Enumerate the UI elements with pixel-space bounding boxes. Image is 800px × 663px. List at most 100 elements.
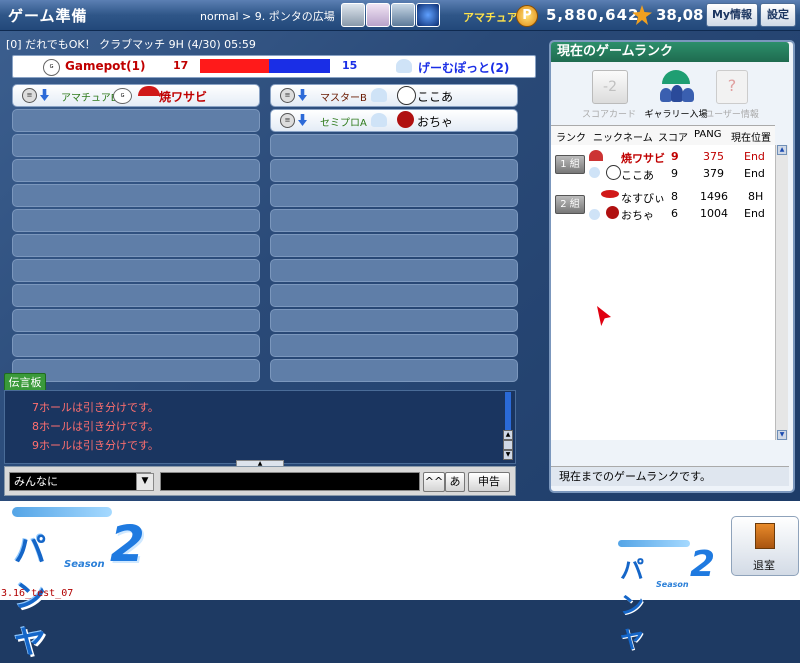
player-rank: アマチュアE	[61, 93, 118, 104]
cookie-amount: 38,08	[656, 6, 704, 24]
person-shape	[682, 88, 694, 102]
logo-season: Season	[64, 559, 105, 570]
group-label: 2 組	[555, 195, 585, 214]
empty-player-slot	[270, 309, 518, 332]
umbrella-canopy	[662, 70, 690, 84]
character-icon	[397, 86, 416, 105]
bulletin-scrollbar[interactable]: ▲ ▼	[503, 392, 513, 460]
group-label: 1 組	[555, 155, 585, 174]
user-info-icon[interactable]: ?	[716, 70, 748, 104]
logo-swoosh	[12, 507, 112, 517]
chat-input[interactable]	[160, 472, 420, 491]
empty-player-slot	[270, 184, 518, 207]
scroll-thumb[interactable]	[505, 392, 511, 430]
emoticon-button[interactable]: ^^	[423, 472, 445, 492]
guild-emblem-icon	[396, 59, 412, 73]
empty-player-slot	[12, 334, 260, 357]
rank-panel-title: 現在のゲームランク	[551, 42, 789, 62]
team-arrow-icon	[298, 114, 307, 126]
player-slot[interactable]: ≡ マスターB ここあ	[270, 84, 518, 107]
empty-player-slot	[270, 259, 518, 282]
my-info-button[interactable]: My情報	[706, 3, 758, 27]
player-pang: 379	[703, 167, 724, 180]
door-icon	[755, 523, 775, 549]
score-meter	[200, 59, 330, 73]
empty-player-slot	[12, 134, 260, 157]
pang-amount: 5,880,642	[546, 6, 640, 24]
item-thumb[interactable]	[391, 3, 415, 27]
player-position: End	[744, 167, 765, 180]
guild-emblem-icon: G	[113, 88, 132, 104]
empty-player-slot	[12, 234, 260, 257]
player-name: 焼ワサビ	[621, 152, 665, 165]
umbrella-icon	[589, 150, 603, 161]
col-rank: ランク	[556, 133, 586, 144]
character-icon	[606, 165, 621, 180]
umbrella-icon	[138, 86, 160, 96]
empty-player-slot	[12, 309, 260, 332]
slot-menu-icon[interactable]: ≡	[22, 88, 37, 103]
player-name: おちゃ	[417, 115, 454, 129]
guild-emblem-icon	[371, 113, 387, 127]
chevron-down-icon[interactable]: ▼	[136, 473, 154, 491]
team-left-name: Gamepot(1)	[65, 59, 146, 73]
empty-player-slot	[270, 159, 518, 182]
player-name: おちゃ	[621, 209, 654, 222]
guild-emblem-icon: G	[43, 59, 60, 76]
player-avatar-thumb[interactable]	[366, 3, 390, 27]
player-name: ここあ	[417, 90, 454, 104]
slot-menu-icon[interactable]: ≡	[280, 88, 295, 103]
empty-player-slot	[270, 134, 518, 157]
empty-player-slot	[270, 284, 518, 307]
player-rank: セミプロA	[320, 118, 367, 129]
rank-table-header: ランク ニックネーム スコア PANG 現在位置	[551, 125, 775, 146]
item-thumb[interactable]	[416, 3, 440, 27]
empty-player-slot	[270, 209, 518, 232]
scroll-down-icon[interactable]: ▼	[503, 450, 513, 460]
scroll-track[interactable]	[503, 440, 513, 450]
rank-list-scrollbar[interactable]: ▲ ▼	[775, 145, 788, 440]
col-nickname: ニックネーム	[593, 133, 653, 144]
player-name: なすびぃ	[621, 192, 665, 205]
player-name: ここあ	[621, 169, 654, 182]
room-info: [0] だれでもOK！ クラブマッチ 9H (4/30) 05:59	[6, 38, 256, 51]
settings-button[interactable]: 設定	[760, 3, 796, 27]
report-button[interactable]: 申告	[468, 472, 510, 492]
empty-player-slot	[12, 184, 260, 207]
empty-player-slot	[12, 209, 260, 232]
empty-player-slot	[12, 359, 260, 382]
player-position: 8H	[748, 190, 764, 203]
lips-icon	[601, 190, 619, 198]
score-meter-right	[269, 59, 330, 73]
logo-number: 2	[690, 544, 716, 585]
chat-target-select[interactable]: みんなに	[9, 472, 151, 491]
gallery-icon[interactable]	[656, 70, 696, 104]
col-pang: PANG	[694, 129, 722, 140]
player-position: End	[744, 150, 765, 163]
player-score: 9	[671, 150, 679, 163]
scroll-up-icon[interactable]: ▲	[777, 145, 787, 155]
scorecard-icon[interactable]: -2	[592, 70, 628, 104]
team-right-name: げーむぽっと(2)	[418, 61, 510, 75]
guild-emblem-icon	[589, 209, 600, 220]
player-slot[interactable]: ≡ セミプロA おちゃ	[270, 109, 518, 132]
player-slot[interactable]: ≡ アマチュアE G 焼ワサビ	[12, 84, 260, 107]
breadcrumb: normal > 9. ポンタの広場	[200, 10, 335, 23]
input-mode-button[interactable]: あ	[445, 472, 465, 492]
bulletin-message: 8ホールは引き分けです。	[32, 420, 159, 433]
player-rank: マスターB	[320, 93, 367, 104]
scroll-up-icon[interactable]: ▲	[503, 430, 513, 440]
scorecard-tab[interactable]: スコアカード	[574, 107, 644, 120]
empty-player-slot	[12, 159, 260, 182]
slot-menu-icon[interactable]: ≡	[280, 113, 295, 128]
player-avatar-thumb[interactable]	[341, 3, 365, 27]
user-info-tab[interactable]: ユーザー情報	[697, 107, 767, 120]
player-pang: 1004	[700, 207, 728, 220]
player-score: 9	[671, 167, 678, 180]
guild-emblem-icon	[371, 88, 387, 102]
character-icon	[397, 111, 414, 128]
scroll-down-icon[interactable]: ▼	[777, 430, 787, 440]
exit-room-label[interactable]: 退室	[731, 557, 797, 573]
bulletin-message: 7ホールは引き分けです。	[32, 401, 159, 414]
guild-emblem-icon	[589, 167, 600, 178]
